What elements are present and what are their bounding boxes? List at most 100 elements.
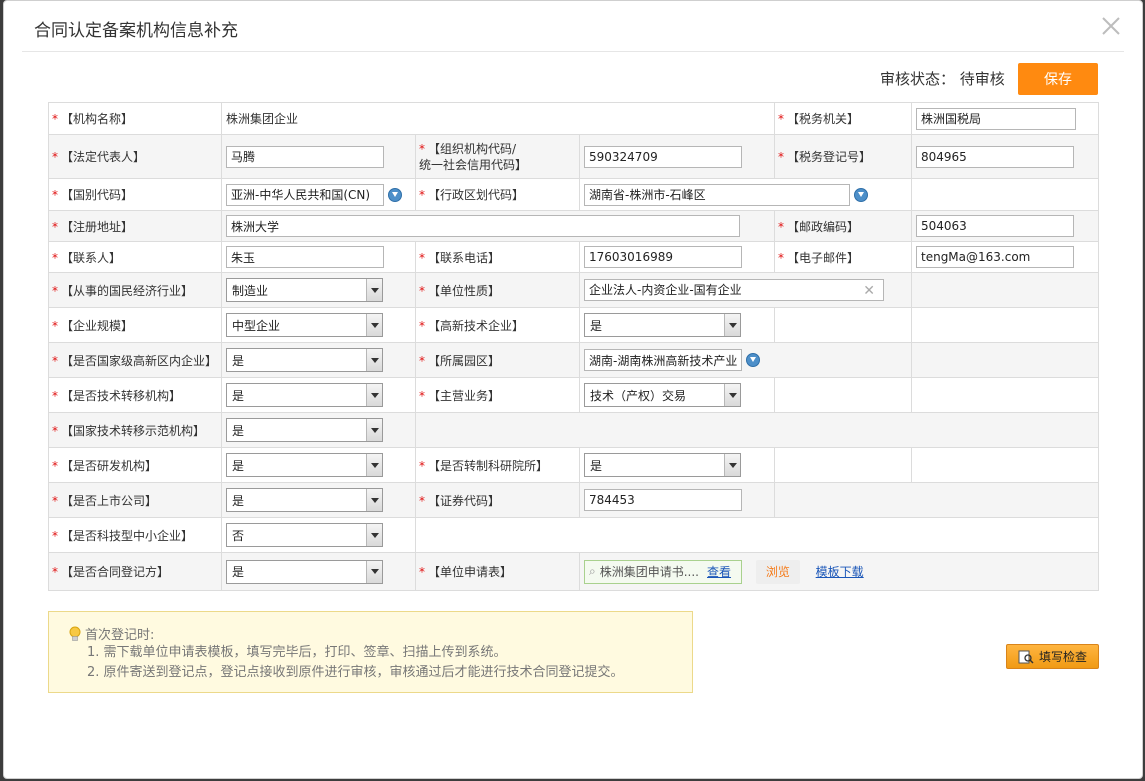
postcode-input[interactable] [916,215,1074,237]
field-cell [579,134,775,179]
field-label: * 【联系电话】 [415,241,580,273]
close-icon[interactable] [1100,15,1122,37]
field-label: * 【是否合同登记方】 [48,552,222,591]
rnd-org-select[interactable]: 是 [226,453,383,477]
country-picker-icon[interactable] [388,187,402,202]
tax-reg-input[interactable] [916,145,1074,168]
field-label: * 【邮政编码】 [774,210,912,242]
legal-rep-input[interactable] [226,145,384,168]
field-cell: 是 [221,482,416,518]
field-cell [579,241,775,273]
template-download-link[interactable]: 模板下载 [816,565,864,579]
field-cell: 是 [579,447,775,483]
field-label: * 【注册地址】 [48,210,222,242]
email-input[interactable] [916,246,1074,268]
dialog: 合同认定备案机构信息补充 审核状态： 待审核 保存 * 【机构名称】 株洲集团企业… [3,0,1143,779]
field-cell: 是 [221,412,416,448]
chevron-down-icon [366,560,382,583]
chevron-down-icon [724,314,740,336]
field-cell: 中型企业 [221,307,416,343]
empty-cell [911,377,1099,413]
region-code-input[interactable] [584,183,850,206]
paperclip-icon: ⌕ [589,564,596,578]
form-row: * 【是否研发机构】 是 * 【是否转制科研院所】 是 [48,447,1099,483]
uploaded-file: ⌕ 株洲集团申请书.... 查看 [584,559,742,584]
park-picker-icon[interactable] [746,353,760,367]
country-code-input[interactable] [226,183,384,206]
field-label: * 【企业规模】 [48,307,222,343]
fill-check-button[interactable]: 填写检查 [1006,644,1099,669]
field-label: * 【单位性质】 [415,272,580,308]
field-label: * 【单位申请表】 [415,552,580,591]
field-label: * 【行政区划代码】 [415,178,580,211]
notice-item: 1. 需下载单位申请表模板，填写完毕后，打印、签章、扫描上传到系统。 [87,645,507,660]
contract-party-select[interactable]: 是 [226,559,383,584]
chevron-down-icon [366,419,382,441]
phone-input[interactable] [584,246,742,268]
chevron-down-icon [366,454,382,476]
form-row: * 【是否技术转移机构】 是 * 【主营业务】 技术（产权）交易 [48,377,1099,413]
file-name: 株洲集团申请书.... [599,565,699,579]
contact-person-input[interactable] [226,246,384,268]
sme-select[interactable]: 否 [226,523,383,547]
unit-nature-input[interactable]: 企业法人-内资企业-国有企业 ✕ [584,279,884,301]
tax-authority-input[interactable] [916,107,1076,130]
field-cell: 是 [221,342,416,378]
demo-org-select[interactable]: 是 [226,418,383,442]
park-input[interactable] [584,349,742,371]
clear-icon[interactable]: ✕ [863,280,875,302]
field-label: * 【法定代表人】 [48,134,222,179]
chevron-down-icon [724,454,740,476]
chevron-down-icon [366,314,382,336]
chevron-down-icon [366,524,382,546]
field-label: * 【证券代码】 [415,482,580,518]
form-row: * 【机构名称】 株洲集团企业 * 【税务机关】 [48,102,1099,135]
field-label: * 【联系人】 [48,241,222,273]
chevron-down-icon [366,279,382,301]
stock-code-input[interactable] [584,489,742,511]
field-cell [221,210,775,242]
chevron-down-icon [366,349,382,371]
view-file-link[interactable]: 查看 [707,563,731,580]
field-cell: 是 [579,307,775,343]
org-code-input[interactable] [584,145,742,168]
empty-cell [911,178,1099,211]
listed-company-select[interactable]: 是 [226,488,383,512]
field-cell [579,178,912,211]
converted-institute-select[interactable]: 是 [584,453,741,477]
save-button[interactable]: 保存 [1018,63,1098,95]
required-mark: * [52,112,58,126]
form-row: * 【企业规模】 中型企业 * 【高新技术企业】 是 [48,307,1099,343]
form-row: * 【是否上市公司】 是 * 【证券代码】 [48,482,1099,518]
national-zone-select[interactable]: 是 [226,348,383,372]
form-row: * 【是否国家级高新区内企业】 是 * 【所属园区】 [48,342,1099,378]
company-size-select[interactable]: 中型企业 [226,313,383,337]
field-label: * 【是否技术转移机构】 [48,377,222,413]
notice-head: 首次登记时: [69,624,692,643]
chevron-down-icon [366,384,382,406]
hightech-select[interactable]: 是 [584,313,741,337]
field-label: * 【机构名称】 [48,102,222,135]
field-label: * 【从事的国民经济行业】 [48,272,222,308]
form-row: * 【是否科技型中小企业】 否 [48,517,1099,553]
reg-address-input[interactable] [226,215,740,237]
main-business-select[interactable]: 技术（产权）交易 [584,383,741,407]
field-label: * 【组织机构代码/统一社会信用代码】 [415,134,580,179]
form-row: *【国别代码】 *【行政区划代码】 [48,178,1099,211]
empty-cell [774,307,912,343]
form-row: * 【国家技术转移示范机构】 是 [48,412,1099,448]
field-cell: 制造业 [221,272,416,308]
field-cell [579,342,912,378]
browse-button[interactable]: 浏览 [755,559,800,584]
field-cell: 是 [221,552,416,591]
chevron-down-icon [366,489,382,511]
form-row: *【法定代表人】 *【组织机构代码/统一社会信用代码】 *【税务登记号】 [48,134,1099,179]
region-picker-icon[interactable] [854,187,868,202]
field-label: * 【国别代码】 [48,178,222,211]
tech-transfer-select[interactable]: 是 [226,383,383,407]
empty-cell [911,272,1099,308]
first-registration-notice: 首次登记时: 1. 需下载单位申请表模板，填写完毕后，打印、签章、扫描上传到系统… [48,611,693,693]
industry-select[interactable]: 制造业 [226,278,383,302]
field-label: * 【电子邮件】 [774,241,912,273]
empty-cell [415,412,1099,448]
